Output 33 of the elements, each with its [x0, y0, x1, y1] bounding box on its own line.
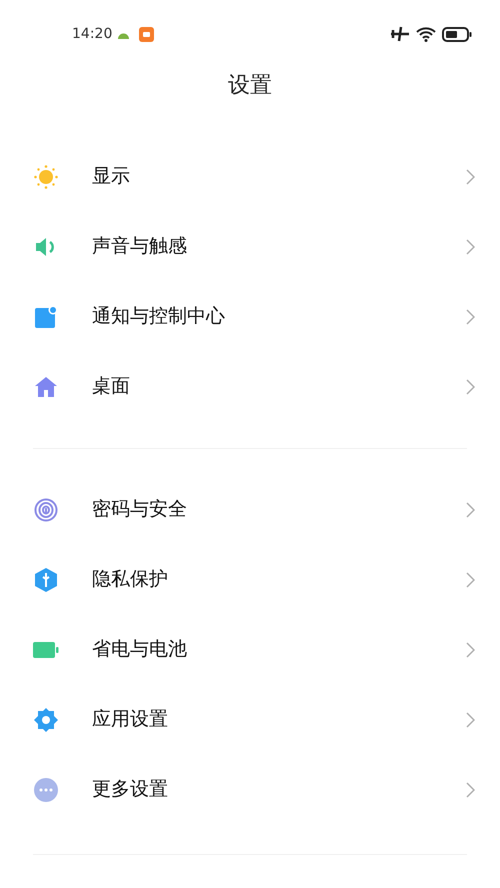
- fingerprint-icon: [34, 498, 58, 522]
- chevron-icon: [466, 712, 475, 728]
- item-label: 显示: [92, 164, 131, 189]
- chevron-icon: [466, 572, 475, 588]
- airplane-icon: [390, 25, 410, 43]
- item-label: 应用设置: [92, 708, 169, 732]
- speaker-icon: [35, 236, 57, 258]
- battery-icon: [442, 26, 472, 42]
- item-label: 密码与安全: [92, 498, 188, 522]
- chevron-icon: [466, 309, 475, 325]
- gear-icon: [34, 708, 58, 732]
- item-label: 声音与触感: [92, 234, 188, 259]
- page-title: 设置: [228, 71, 272, 98]
- chevron-icon: [466, 642, 475, 658]
- chevron-icon: [466, 782, 475, 798]
- chevron-icon: [466, 379, 475, 395]
- battery-icon: [33, 642, 59, 658]
- hexagon-icon: [35, 568, 57, 592]
- chevron-icon: [466, 502, 475, 518]
- item-label: 更多设置: [92, 778, 169, 802]
- status-time: 14:20: [72, 24, 112, 44]
- notification-icon: [35, 306, 57, 328]
- more-icon: [34, 778, 58, 802]
- wifi-icon: [416, 26, 436, 42]
- sun-icon: [34, 165, 58, 189]
- recording-icon: [139, 26, 154, 42]
- chevron-icon: [466, 169, 475, 185]
- item-label: 省电与电池: [92, 638, 188, 662]
- item-label: 通知与控制中心: [92, 304, 226, 329]
- chevron-icon: [466, 239, 475, 255]
- item-label: 桌面: [92, 374, 131, 399]
- house-icon: [34, 376, 58, 398]
- item-label: 隐私保护: [92, 568, 169, 592]
